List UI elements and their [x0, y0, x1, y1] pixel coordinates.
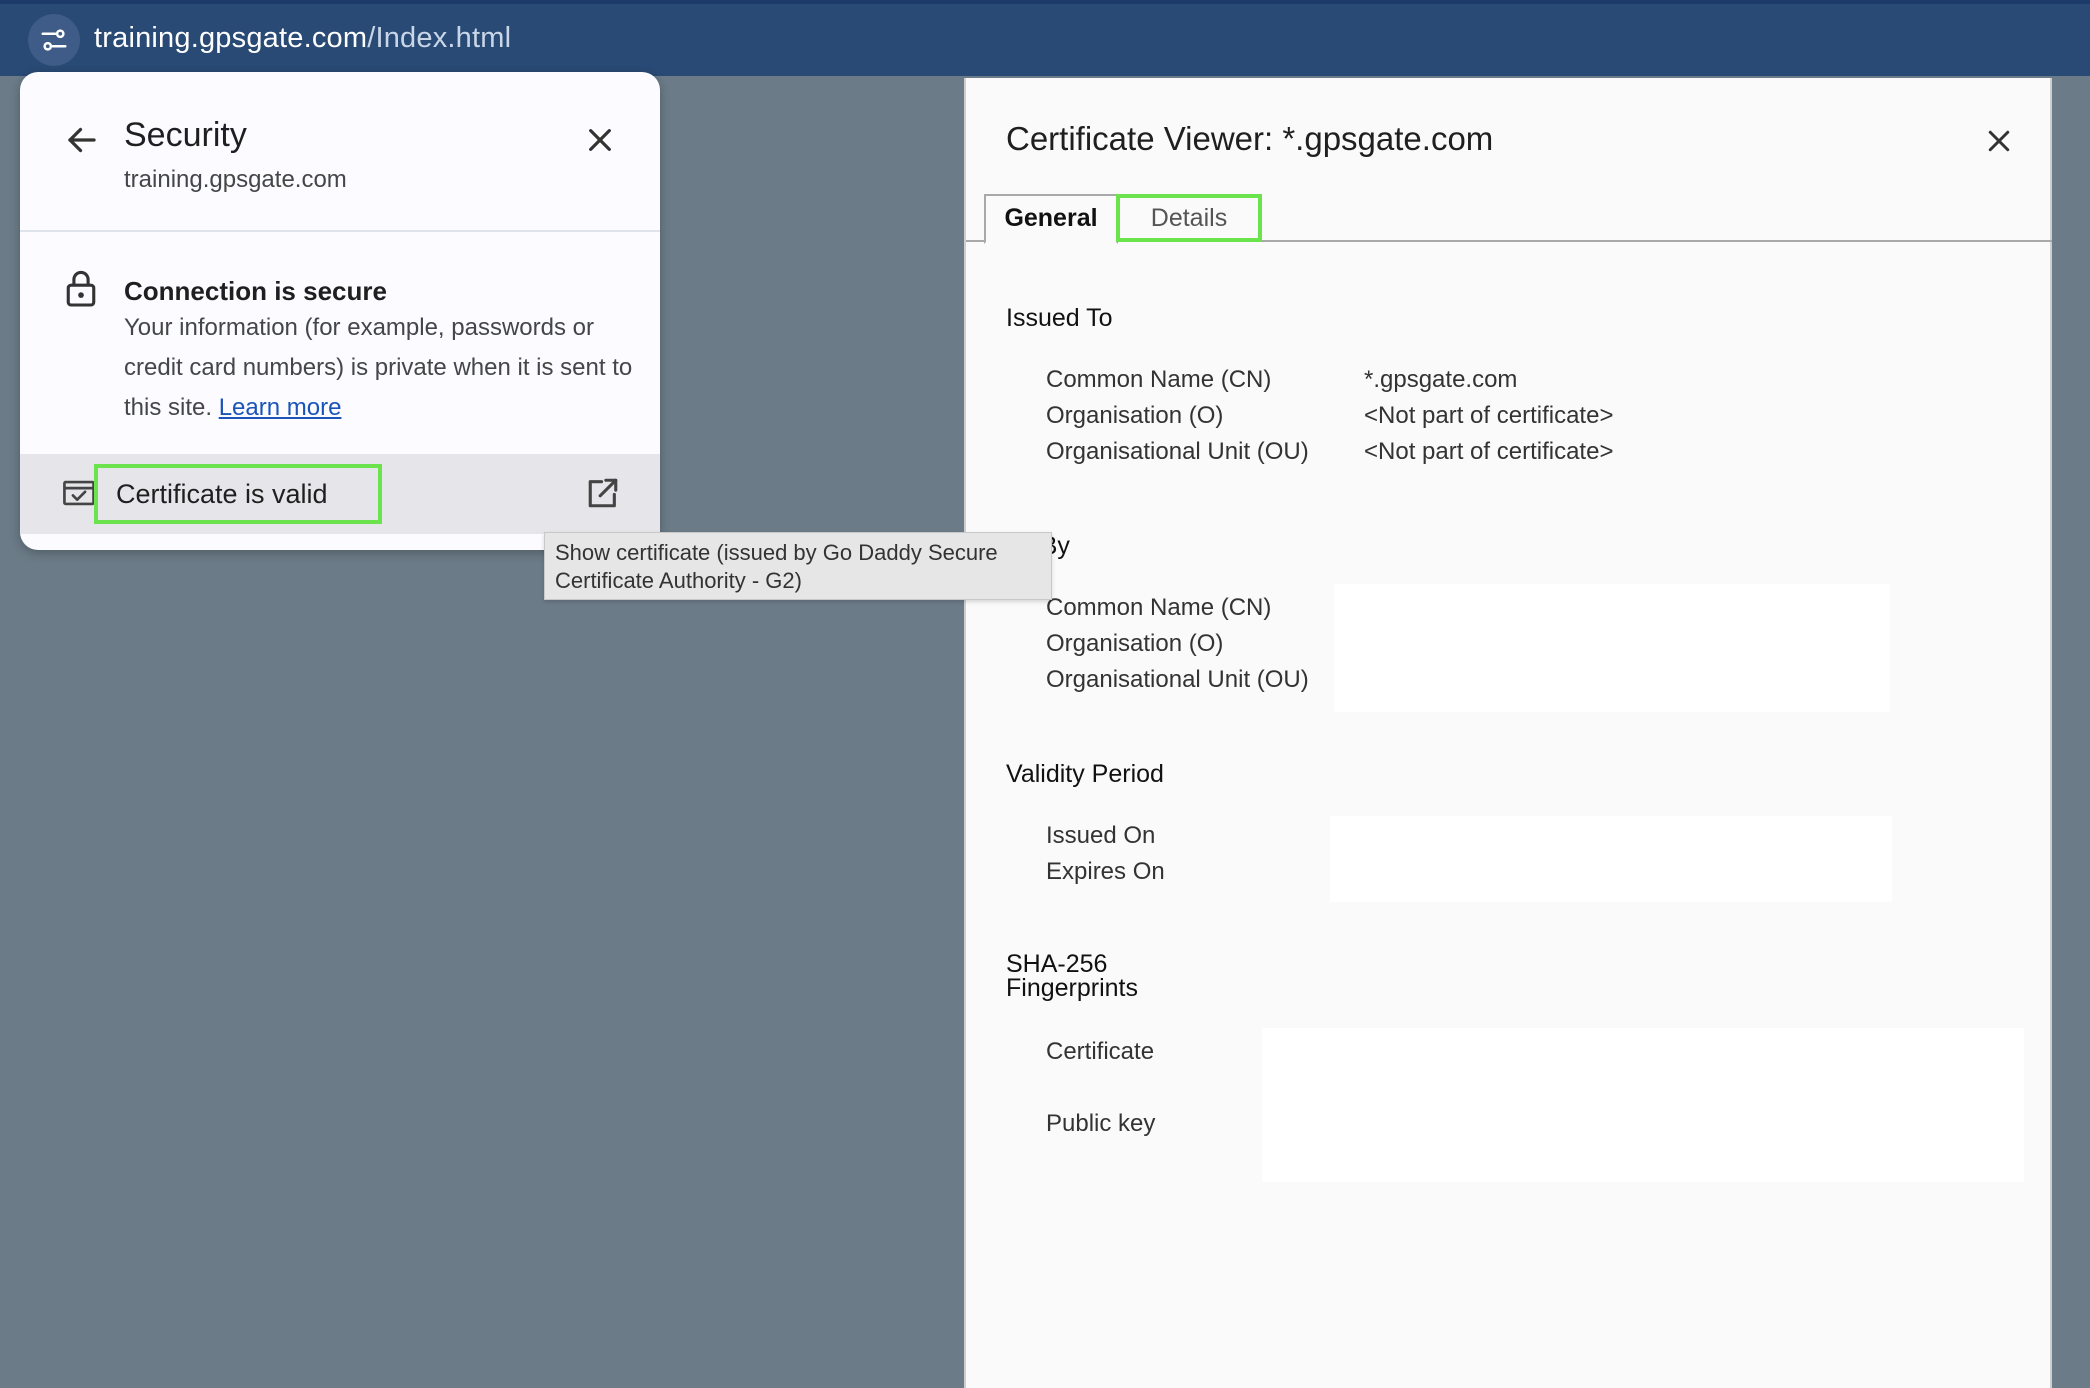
certificate-row[interactable]: Certificate is valid — [20, 454, 660, 534]
security-header: Security training.gpsgate.com — [20, 72, 660, 232]
issued-by-cn-label: Common Name (CN) — [1046, 594, 1272, 621]
connection-title: Connection is secure — [124, 276, 387, 306]
issued-to-ou-value: <Not part of certificate> — [1364, 438, 1614, 465]
issued-to-ou-label: Organisational Unit (OU) — [1046, 438, 1309, 465]
arrow-left-icon[interactable] — [64, 122, 100, 158]
fingerprints-values-area — [1262, 1028, 2024, 1182]
validity-values-area — [1330, 816, 1892, 902]
connection-description: Your information (for example, passwords… — [124, 308, 644, 428]
security-domain: training.gpsgate.com — [124, 166, 347, 193]
issued-to-cn-value: *.gpsgate.com — [1364, 366, 1518, 393]
fingerprints-title-line2: Fingerprints — [1006, 974, 1138, 1002]
open-external-icon[interactable] — [586, 476, 620, 510]
close-icon[interactable] — [1984, 126, 2014, 156]
learn-more-link[interactable]: Learn more — [219, 394, 342, 421]
issued-to-o-value: <Not part of certificate> — [1364, 402, 1614, 429]
connection-desc-text: Your information (for example, passwords… — [124, 314, 633, 421]
tab-general[interactable]: General — [984, 194, 1118, 244]
validity-title: Validity Period — [1006, 760, 1164, 788]
address-bar: training.gpsgate.com/Index.html — [0, 0, 2090, 76]
url-text[interactable]: training.gpsgate.com/Index.html — [94, 22, 511, 55]
certificate-viewer: Certificate Viewer: *.gpsgate.com Genera… — [964, 78, 2052, 1388]
lock-icon — [64, 268, 98, 308]
fingerprint-certificate-label: Certificate — [1046, 1038, 1155, 1065]
issued-by-values-area — [1334, 584, 1890, 712]
expires-on-label: Expires On — [1046, 858, 1165, 885]
certificate-check-icon — [62, 478, 96, 508]
url-path: /Index.html — [367, 22, 512, 54]
close-icon[interactable] — [584, 124, 616, 156]
issued-by-ou-label: Organisational Unit (OU) — [1046, 666, 1309, 693]
issued-to-o-label: Organisation (O) — [1046, 402, 1224, 429]
tune-icon — [39, 25, 69, 55]
issued-by-o-label: Organisation (O) — [1046, 630, 1224, 657]
fingerprint-public-key-label: Public key — [1046, 1110, 1156, 1137]
viewer-tabs: General Details — [966, 194, 2052, 244]
viewer-title: Certificate Viewer: *.gpsgate.com — [1006, 120, 1494, 157]
url-host: training.gpsgate.com — [94, 22, 368, 54]
issued-to-title: Issued To — [1006, 304, 1113, 332]
site-info-button[interactable] — [28, 14, 80, 66]
certificate-valid-label[interactable]: Certificate is valid — [94, 464, 382, 524]
certificate-tooltip: Show certificate (issued by Go Daddy Sec… — [544, 532, 1052, 600]
security-title: Security — [124, 116, 247, 154]
fingerprints-title: SHA-256 Fingerprints — [1006, 950, 1138, 1002]
tab-details[interactable]: Details — [1116, 194, 1262, 242]
fingerprints-title-line1: SHA-256 — [1006, 950, 1108, 978]
security-popup: Security training.gpsgate.com Connection… — [20, 72, 660, 550]
issued-on-label: Issued On — [1046, 822, 1156, 849]
issued-to-cn-label: Common Name (CN) — [1046, 366, 1272, 393]
